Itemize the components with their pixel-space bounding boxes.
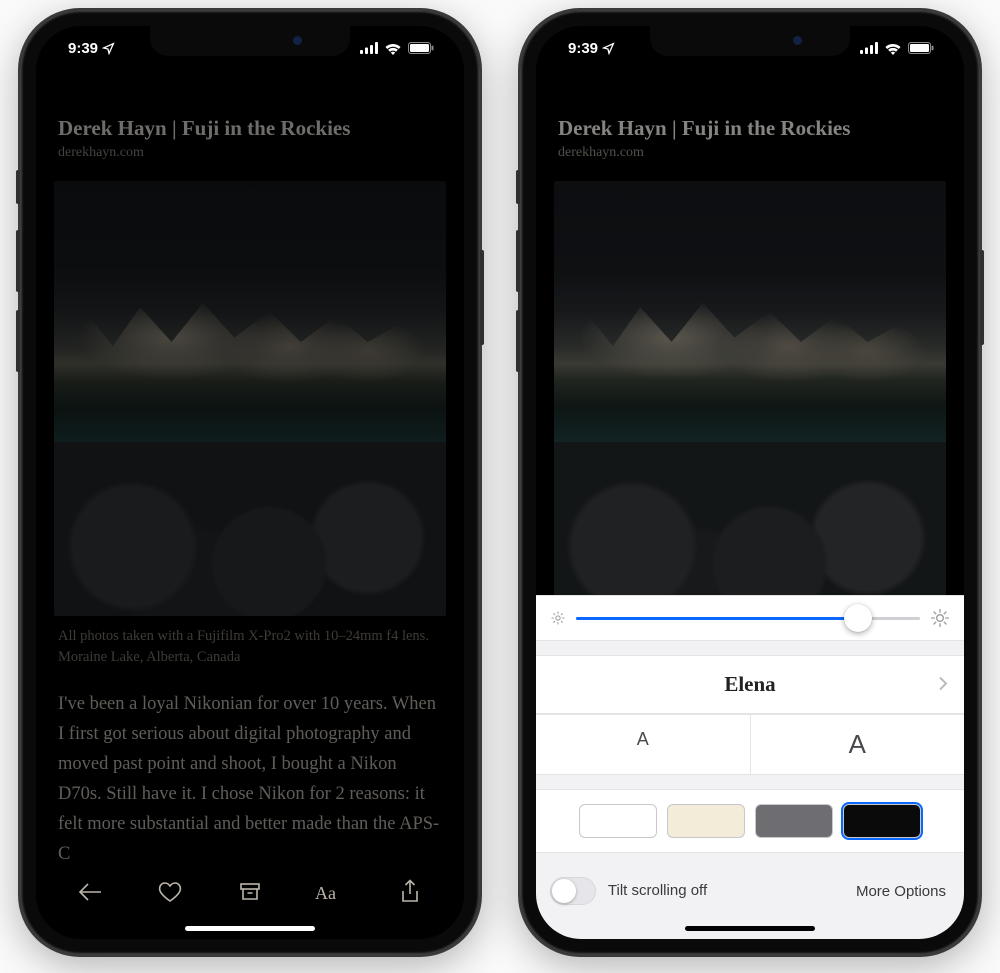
back-button[interactable] (70, 875, 110, 909)
battery-icon (908, 42, 934, 54)
cellular-icon (860, 42, 878, 54)
article-title: Derek Hayn | Fuji in the Rockies (58, 116, 442, 141)
phone-mockup-left: 9:39 Derek Hayn | Fuji in the Rockies de… (20, 10, 480, 955)
brightness-low-icon (550, 610, 566, 626)
text-settings-button[interactable]: Aa (310, 875, 350, 909)
cellular-icon (360, 42, 378, 54)
tilt-scrolling-toggle[interactable] (550, 877, 596, 905)
home-indicator[interactable] (185, 926, 315, 931)
article-hero-image (554, 181, 946, 616)
home-indicator[interactable] (685, 926, 815, 931)
font-name-label: Elena (724, 672, 775, 697)
theme-gray-button[interactable] (755, 804, 833, 838)
sheet-footer: Tilt scrolling off More Options (536, 863, 964, 911)
brightness-high-icon (930, 608, 950, 628)
share-button[interactable] (390, 875, 430, 909)
theme-black-button[interactable] (843, 804, 921, 838)
article-title: Derek Hayn | Fuji in the Rockies (558, 116, 942, 141)
article-view[interactable]: Derek Hayn | Fuji in the Rockies derekha… (36, 26, 464, 939)
theme-sepia-button[interactable] (667, 804, 745, 838)
article-hero-image (54, 181, 446, 616)
brightness-row (536, 595, 964, 641)
font-picker-button[interactable]: Elena (536, 655, 964, 714)
article-domain: derekhayn.com (558, 145, 942, 161)
notch (650, 26, 850, 56)
theme-white-button[interactable] (579, 804, 657, 838)
wifi-icon (384, 42, 402, 55)
chevron-right-icon (938, 672, 948, 697)
status-time: 9:39 (68, 40, 98, 57)
text-size-decrease-button[interactable]: A (536, 715, 750, 774)
location-icon (102, 42, 115, 55)
theme-row (536, 789, 964, 853)
text-size-increase-button[interactable]: A (750, 715, 965, 774)
screen: 9:39 Derek Hayn | Fuji in the Rockies de… (536, 26, 964, 939)
article-body: I've been a loyal Nikonian for over 10 y… (58, 690, 442, 870)
image-caption: All photos taken with a Fujifilm X-Pro2 … (58, 626, 442, 668)
svg-text:Aa: Aa (315, 883, 336, 903)
screen: 9:39 Derek Hayn | Fuji in the Rockies de… (36, 26, 464, 939)
archive-button[interactable] (230, 875, 270, 909)
brightness-slider[interactable] (576, 617, 920, 620)
more-options-button[interactable]: More Options (856, 883, 946, 900)
text-size-row: A A (536, 714, 964, 775)
battery-icon (408, 42, 434, 54)
tilt-scrolling-toggle-row[interactable]: Tilt scrolling off (550, 877, 707, 905)
text-settings-sheet: Elena A A Tilt scrolling off (536, 595, 964, 939)
phone-mockup-right: 9:39 Derek Hayn | Fuji in the Rockies de… (520, 10, 980, 955)
article-domain: derekhayn.com (58, 145, 442, 161)
status-time: 9:39 (568, 40, 598, 57)
wifi-icon (884, 42, 902, 55)
location-icon (602, 42, 615, 55)
like-button[interactable] (150, 875, 190, 909)
tilt-scrolling-label: Tilt scrolling off (608, 882, 707, 899)
notch (150, 26, 350, 56)
